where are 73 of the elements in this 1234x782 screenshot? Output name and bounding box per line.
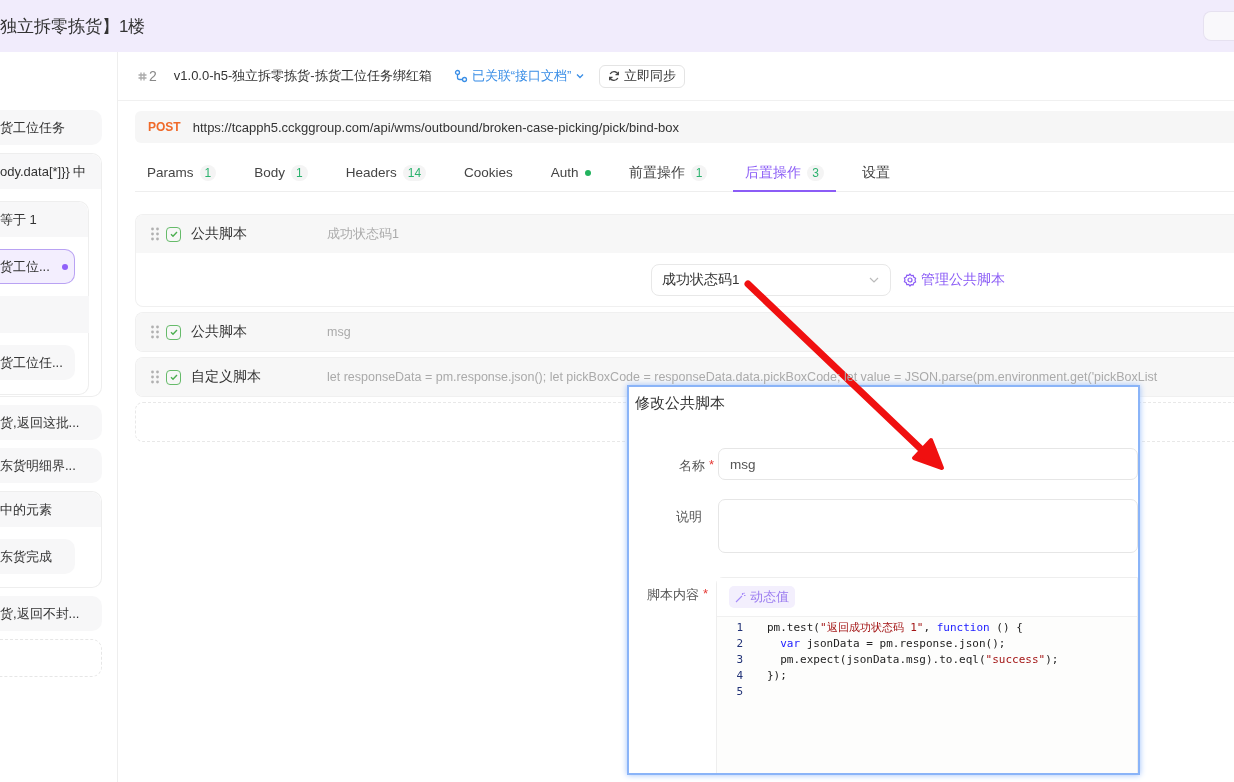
count-badge: 1	[291, 164, 308, 181]
field-label: 脚本内容	[646, 586, 699, 604]
link-icon	[453, 69, 468, 83]
chevron-down-icon	[575, 71, 586, 81]
script-summary: msg	[327, 325, 351, 339]
tab[interactable]: 后置操作 3	[733, 155, 836, 192]
sidebar-item[interactable]: 货,返回这批...	[0, 405, 102, 440]
checkmark-icon	[168, 372, 179, 382]
sidebar-item[interactable]: 东货完成	[0, 539, 75, 574]
sidebar-item[interactable]: 货工位任...	[0, 345, 75, 380]
group-header[interactable]: 等于 1	[0, 202, 88, 237]
group-header[interactable]: ody.data[*]}} 中	[0, 154, 101, 189]
count-badge: 3	[807, 164, 824, 181]
line-number: 3	[735, 652, 743, 666]
checkbox[interactable]	[166, 226, 181, 242]
required-mark: *	[708, 457, 714, 474]
code-line: });	[767, 668, 787, 682]
tab[interactable]: Headers 14	[333, 155, 439, 192]
sidebar-item[interactable]: 货工位...	[0, 249, 75, 284]
status-dot-icon	[61, 263, 68, 270]
http-method: POST	[148, 120, 181, 134]
tab[interactable]: Cookies	[452, 155, 525, 192]
field-label: 名称	[678, 457, 705, 475]
required-mark: *	[702, 586, 708, 603]
code-line: pm.test("返回成功状态码 1", function () {	[767, 619, 1023, 635]
checkmark-icon	[168, 327, 179, 337]
line-number: 4	[735, 668, 743, 682]
drag-handle-icon[interactable]	[150, 325, 160, 339]
sidebar-item[interactable]: 货,返回不封...	[0, 596, 102, 631]
checkmark-icon	[168, 229, 179, 239]
manage-scripts-link[interactable]: 管理公共脚本	[903, 270, 1005, 289]
count-badge: 14	[402, 164, 427, 181]
request-number: 2	[149, 68, 157, 84]
script-type: 公共脚本	[191, 225, 248, 243]
script-type: 公共脚本	[191, 323, 248, 341]
checkbox[interactable]	[166, 369, 181, 385]
sidebar-item[interactable]: 货工位任务	[0, 110, 102, 145]
tab[interactable]: Params 1	[135, 155, 229, 192]
code-line: pm.expect(jsonData.msg).to.eql("success");	[779, 652, 1059, 666]
add-area[interactable]	[0, 639, 102, 677]
gear-icon	[903, 272, 917, 287]
tab[interactable]: Auth	[538, 155, 603, 192]
request-name: v1.0.0-h5-独立拆零拣货-拣货工位任务绑红箱	[173, 67, 432, 85]
sidebar-item[interactable]: 东货明细界...	[0, 448, 102, 483]
sync-button[interactable]: 立即同步	[599, 64, 686, 88]
checkbox[interactable]	[166, 324, 181, 340]
refresh-icon	[608, 70, 621, 82]
group-header[interactable]: 中的元素	[0, 492, 101, 527]
field-label: 说明	[676, 508, 702, 526]
drag-handle-icon[interactable]	[150, 370, 160, 384]
script-select[interactable]: 成功状态码1	[651, 263, 891, 296]
code-editor[interactable]: 动态值 1 pm.test("返回成功状态码 1", function () { 2 var jsonData = pm.response.json(); 3 pm.expect(jsonData.msg).to.eql("success"); 4 }); 5	[716, 577, 1138, 773]
name-field[interactable]: msg	[718, 448, 1138, 480]
wand-icon	[735, 591, 746, 603]
hash-icon	[138, 71, 147, 81]
tab[interactable]: 设置	[850, 155, 902, 192]
line-number: 1	[735, 620, 743, 634]
script-summary: 成功状态码1	[327, 225, 399, 243]
script-type: 自定义脚本	[191, 368, 262, 386]
dialog-title: 修改公共脚本	[634, 393, 726, 413]
tab[interactable]: 前置操作 1	[616, 155, 720, 192]
line-number: 2	[735, 636, 743, 650]
count-badge: 1	[199, 164, 217, 181]
line-number: 5	[735, 684, 743, 698]
page-title: 独立拆零拣货】1楼	[0, 15, 146, 38]
count-badge: 1	[690, 164, 708, 181]
tab[interactable]: Body 1	[242, 155, 320, 192]
code-line: var jsonData = pm.response.json();	[779, 636, 1006, 650]
drag-handle-icon[interactable]	[150, 227, 160, 241]
description-field[interactable]	[718, 499, 1138, 553]
linked-doc-link[interactable]: 已关联“接口文档”	[453, 67, 586, 85]
url-bar[interactable]: POST https://tcapph5.cckggroup.com/api/wms/outbound/broken-case-picking/pick/bind-box	[135, 111, 1234, 143]
request-url: https://tcapph5.cckggroup.com/api/wms/outbound/broken-case-picking/pick/bind-box	[192, 119, 679, 135]
